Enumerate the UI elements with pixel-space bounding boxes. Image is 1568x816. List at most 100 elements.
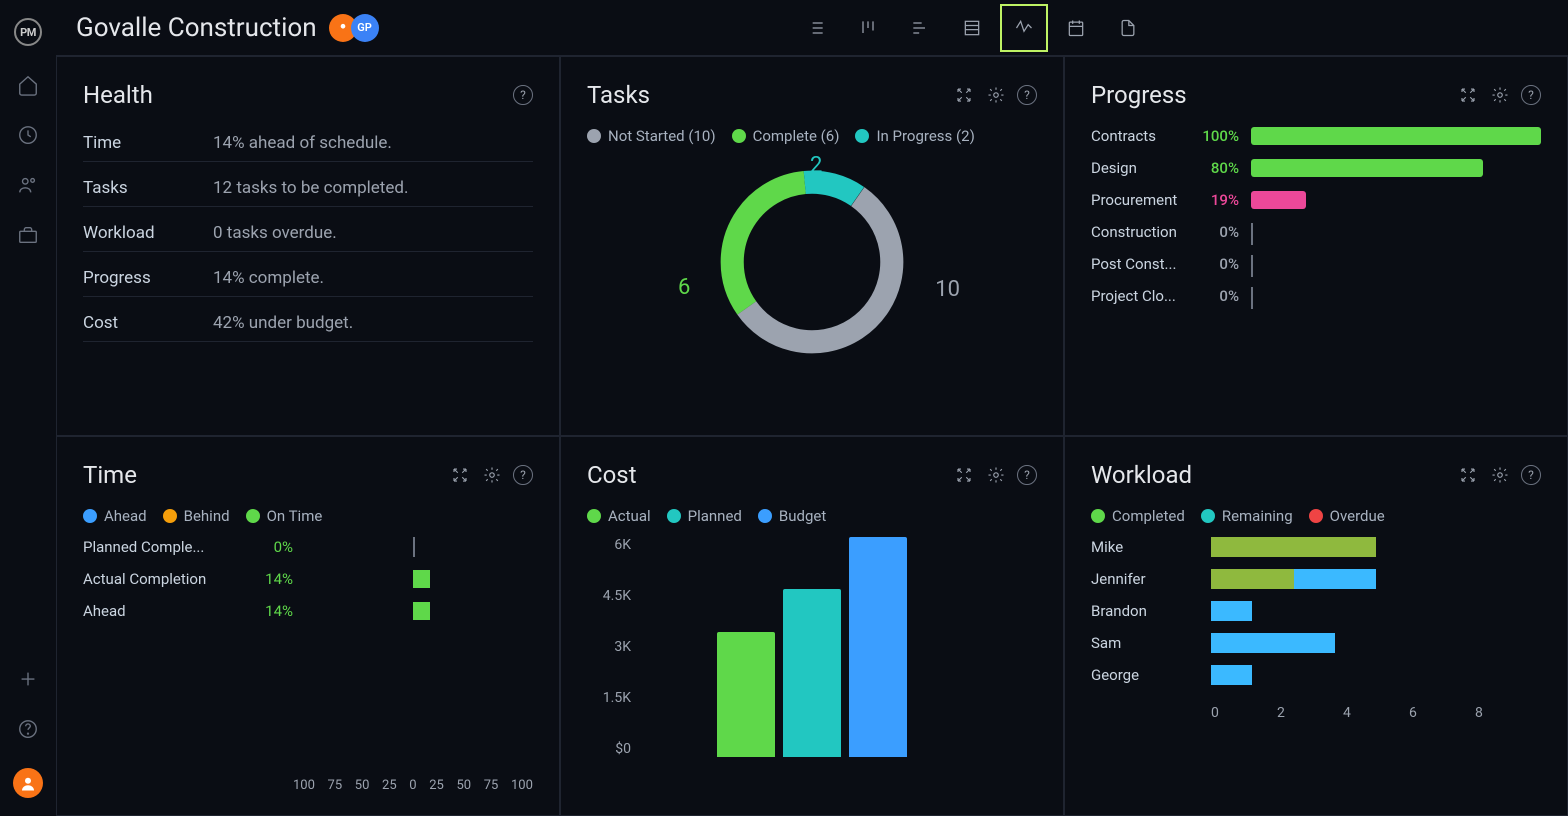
time-label: Ahead (83, 602, 243, 620)
dashboard-view-icon[interactable] (1000, 4, 1048, 52)
gear-icon[interactable] (481, 464, 503, 486)
briefcase-icon[interactable] (17, 224, 39, 246)
time-axis: 1007550250255075100 (293, 778, 533, 793)
health-value: 12 tasks to be completed. (213, 178, 408, 198)
board-view-icon[interactable] (844, 4, 892, 52)
workload-name: George (1091, 666, 1211, 684)
panel-progress: Progress ? Contracts100% Design80% Procure… (1064, 56, 1568, 436)
home-icon[interactable] (17, 74, 39, 96)
health-value: 42% under budget. (213, 313, 353, 333)
member-avatars[interactable]: GP (335, 14, 379, 42)
gear-icon[interactable] (985, 84, 1007, 106)
progress-name: Procurement (1091, 191, 1183, 209)
app-logo[interactable]: PM (14, 18, 42, 46)
progress-row: Contracts100% (1091, 127, 1541, 145)
help-icon[interactable]: ? (1017, 465, 1037, 485)
health-label: Progress (83, 268, 213, 288)
health-label: Time (83, 133, 213, 153)
legend-label: Not Started (10) (608, 127, 716, 145)
health-value: 14% ahead of schedule. (213, 133, 392, 153)
help-icon[interactable]: ? (1521, 85, 1541, 105)
panel-time: Time ? AheadBehindOn Time Planned Comple… (56, 436, 560, 816)
cost-y-axis: 6K4.5K3K1.5K$0 (587, 537, 631, 757)
avatar[interactable]: GP (351, 14, 379, 42)
help-icon[interactable]: ? (513, 85, 533, 105)
expand-icon[interactable] (1457, 464, 1479, 486)
gear-icon[interactable] (1489, 84, 1511, 106)
help-icon[interactable]: ? (1521, 465, 1541, 485)
expand-icon[interactable] (953, 464, 975, 486)
workload-seg-remaining (1211, 601, 1252, 621)
help-icon[interactable]: ? (513, 465, 533, 485)
cost-bar-actual (717, 632, 775, 757)
legend-dot (855, 129, 869, 143)
progress-track (1251, 255, 1541, 273)
panel-health: Health ? Time14% ahead of schedule.Tasks… (56, 56, 560, 436)
tasks-legend: Not Started (10)Complete (6)In Progress … (587, 127, 1037, 145)
health-rows: Time14% ahead of schedule. Tasks12 tasks … (83, 127, 533, 342)
progress-name: Contracts (1091, 127, 1183, 145)
sheet-view-icon[interactable] (948, 4, 996, 52)
donut-label-complete: 6 (678, 275, 690, 300)
workload-seg-completed (1211, 537, 1376, 557)
progress-name: Project Clo... (1091, 287, 1183, 305)
progress-row: Design80% (1091, 159, 1541, 177)
gear-icon[interactable] (1489, 464, 1511, 486)
workload-row: Brandon (1091, 601, 1541, 621)
legend-item: Remaining (1201, 507, 1293, 525)
workload-seg-remaining (1211, 633, 1335, 653)
user-avatar[interactable] (13, 768, 43, 798)
legend-label: Completed (1112, 507, 1185, 525)
panel-workload: Workload ? Completed Remaining Overdue Mik… (1064, 436, 1568, 816)
progress-track (1251, 127, 1541, 145)
cost-bars (717, 537, 907, 757)
expand-icon[interactable] (953, 84, 975, 106)
legend-dot (83, 509, 97, 523)
progress-rows: Contracts100%Design80%Procurement19%Cons… (1091, 127, 1541, 305)
health-label: Tasks (83, 178, 213, 198)
workload-axis: 02468 (1211, 705, 1541, 721)
file-view-icon[interactable] (1104, 4, 1152, 52)
expand-icon[interactable] (1457, 84, 1479, 106)
panel-title: Workload (1091, 461, 1192, 489)
progress-row: Post Const...0% (1091, 255, 1541, 273)
legend-dot (758, 509, 772, 523)
axis-tick: 4.5K (587, 588, 631, 604)
legend-dot (587, 509, 601, 523)
time-rows: Planned Comple...0%Actual Completion14%A… (83, 537, 533, 621)
dashboard-grid: Health ? Time14% ahead of schedule.Tasks… (56, 56, 1568, 816)
list-view-icon[interactable] (792, 4, 840, 52)
legend-dot (163, 509, 177, 523)
expand-icon[interactable] (449, 464, 471, 486)
progress-row: Project Clo...0% (1091, 287, 1541, 305)
time-label: Planned Comple... (83, 538, 243, 556)
progress-bar-zero (1251, 223, 1253, 245)
panel-title: Progress (1091, 81, 1187, 109)
clock-icon[interactable] (17, 124, 39, 146)
health-label: Workload (83, 223, 213, 243)
axis-tick: 25 (429, 778, 444, 793)
workload-name: Sam (1091, 634, 1211, 652)
axis-tick: 75 (328, 778, 343, 793)
topbar: Govalle Construction GP (56, 0, 1568, 56)
help-icon[interactable]: ? (1017, 85, 1037, 105)
workload-row: Mike (1091, 537, 1541, 557)
gear-icon[interactable] (985, 464, 1007, 486)
progress-bar (1251, 127, 1541, 145)
workload-bar (1211, 601, 1541, 621)
legend-label: Overdue (1330, 507, 1385, 525)
panel-title: Time (83, 461, 137, 489)
axis-tick: 100 (511, 778, 533, 793)
legend-label: On Time (267, 507, 323, 525)
health-row: Workload0 tasks overdue. (83, 217, 533, 252)
team-icon[interactable] (17, 174, 39, 196)
calendar-view-icon[interactable] (1052, 4, 1100, 52)
help-icon[interactable] (17, 718, 39, 740)
add-icon[interactable] (17, 668, 39, 690)
gantt-view-icon[interactable] (896, 4, 944, 52)
axis-tick: 3K (587, 639, 631, 655)
workload-seg-remaining (1211, 665, 1252, 685)
progress-track (1251, 223, 1541, 241)
progress-track (1251, 287, 1541, 305)
health-row: Progress14% complete. (83, 262, 533, 297)
